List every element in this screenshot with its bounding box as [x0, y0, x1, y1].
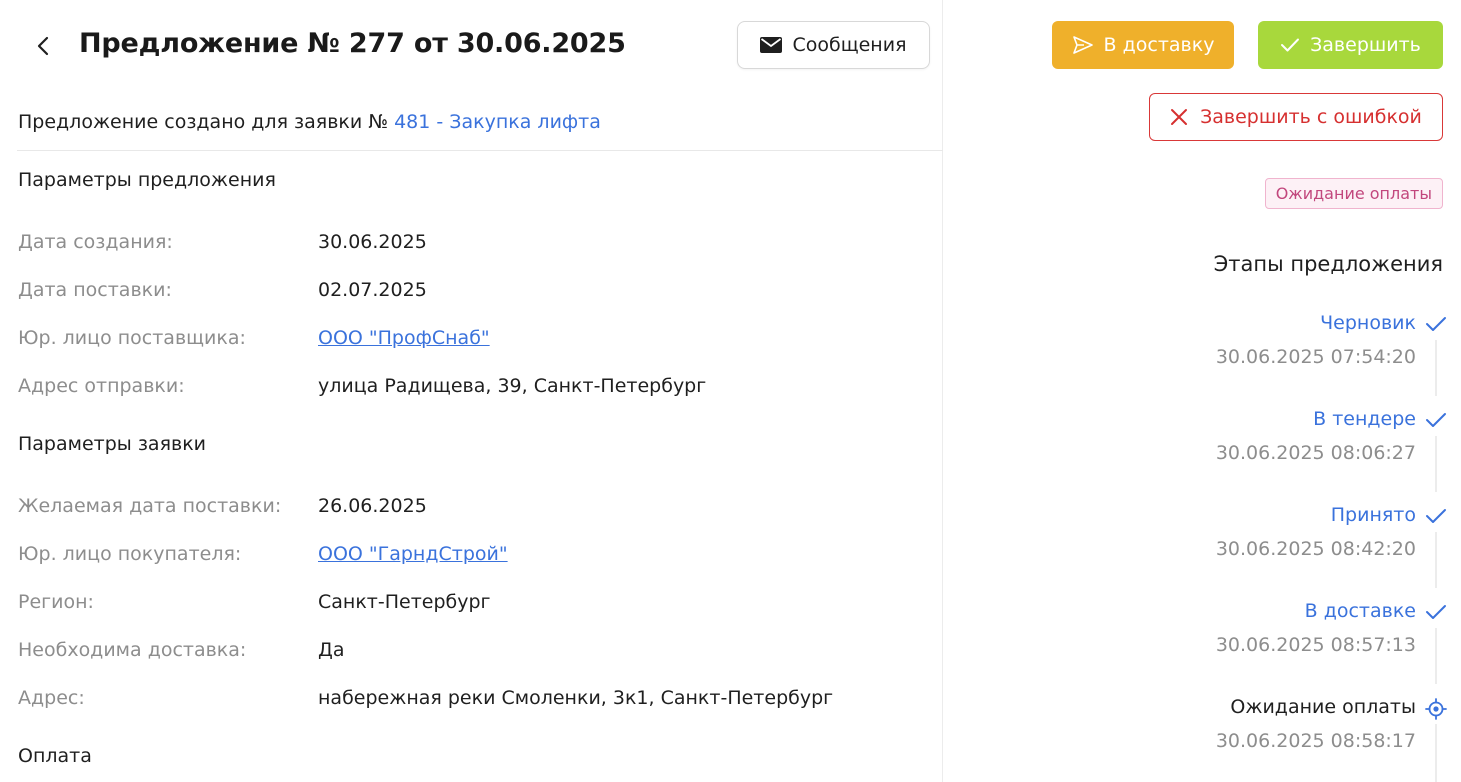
finish-label: Завершить: [1310, 34, 1421, 56]
divider: [17, 150, 943, 151]
field-value-delivery-date: 02.07.2025: [318, 279, 427, 301]
check-icon: [1425, 505, 1447, 527]
stage-time: 30.06.2025 07:54:20: [1215, 346, 1416, 368]
target-icon: [1425, 698, 1447, 720]
field-label-shipping-address: Адрес отправки:: [18, 375, 185, 397]
stage-name: В доставке: [1304, 600, 1416, 622]
finish-with-error-label: Завершить с ошибкой: [1200, 106, 1422, 128]
field-label-supplier-entity: Юр. лицо поставщика:: [18, 327, 246, 349]
stage-time: 30.06.2025 08:42:20: [1215, 538, 1416, 560]
request-link[interactable]: 481 - Закупка лифта: [394, 111, 601, 133]
finish-with-error-button[interactable]: Завершить с ошибкой: [1149, 93, 1443, 141]
close-icon: [1171, 109, 1188, 125]
field-label-address: Адрес:: [18, 687, 85, 709]
check-icon: [1281, 38, 1300, 52]
field-value-desired-date: 26.06.2025: [318, 495, 427, 517]
stage-time: 30.06.2025 08:06:27: [1215, 442, 1416, 464]
timeline-connector: [1435, 724, 1437, 782]
finish-button[interactable]: Завершить: [1258, 21, 1443, 69]
timeline-connector: [1435, 628, 1437, 684]
request-reference-prefix: Предложение создано для заявки №: [18, 111, 389, 133]
field-value-shipping-address: улица Радищева, 39, Санкт-Петербург: [318, 375, 707, 397]
send-icon: [1072, 36, 1093, 54]
field-label-delivery-date: Дата поставки:: [18, 279, 172, 301]
payment-title: Оплата: [18, 745, 92, 767]
side-panel: В доставку Завершить Завершить с ошибкой…: [943, 0, 1461, 782]
stage-name: В тендере: [1313, 408, 1416, 430]
field-value-delivery-needed: Да: [318, 639, 345, 661]
request-reference: Предложение создано для заявки № 481 - З…: [18, 111, 601, 133]
timeline-connector: [1435, 436, 1437, 492]
check-icon: [1425, 313, 1447, 335]
field-label-region: Регион:: [18, 591, 94, 613]
back-button[interactable]: [30, 33, 56, 59]
stage-time: 30.06.2025 08:57:13: [1215, 634, 1416, 656]
field-label-created-date: Дата создания:: [18, 231, 173, 253]
status-badge: Ожидание оплаты: [1264, 178, 1443, 209]
messages-button[interactable]: Сообщения: [737, 21, 930, 69]
supplier-entity-link[interactable]: ООО "ПрофСнаб": [318, 327, 490, 349]
field-label-desired-date: Желаемая дата поставки:: [18, 495, 282, 517]
chevron-left-icon: [37, 36, 49, 56]
to-delivery-label: В доставку: [1103, 34, 1215, 56]
check-icon: [1425, 601, 1447, 623]
stage-name-current: Ожидание оплаты: [1230, 696, 1416, 718]
stage-name: Принято: [1330, 504, 1416, 526]
envelope-icon: [760, 37, 783, 53]
main-panel: Предложение № 277 от 30.06.2025 Сообщени…: [0, 0, 943, 782]
stage-time: 30.06.2025 08:58:17: [1215, 730, 1416, 752]
offer-params-title: Параметры предложения: [18, 169, 276, 191]
stages-title: Этапы предложения: [1213, 252, 1443, 276]
field-value-address: набережная реки Смоленки, 3к1, Санкт-Пет…: [318, 687, 834, 709]
timeline-connector: [1435, 532, 1437, 588]
field-value-created-date: 30.06.2025: [318, 231, 427, 253]
to-delivery-button[interactable]: В доставку: [1052, 21, 1234, 69]
messages-button-label: Сообщения: [792, 34, 907, 56]
request-params-title: Параметры заявки: [18, 433, 207, 455]
field-value-region: Санкт-Петербург: [318, 591, 491, 613]
page-title: Предложение № 277 от 30.06.2025: [79, 28, 626, 59]
field-label-delivery-needed: Необходима доставка:: [18, 639, 247, 661]
timeline-connector: [1435, 340, 1437, 396]
buyer-entity-link[interactable]: ООО "ГарндСтрой": [318, 543, 508, 565]
check-icon: [1425, 409, 1447, 431]
stage-name: Черновик: [1320, 312, 1416, 334]
field-label-buyer-entity: Юр. лицо покупателя:: [18, 543, 242, 565]
